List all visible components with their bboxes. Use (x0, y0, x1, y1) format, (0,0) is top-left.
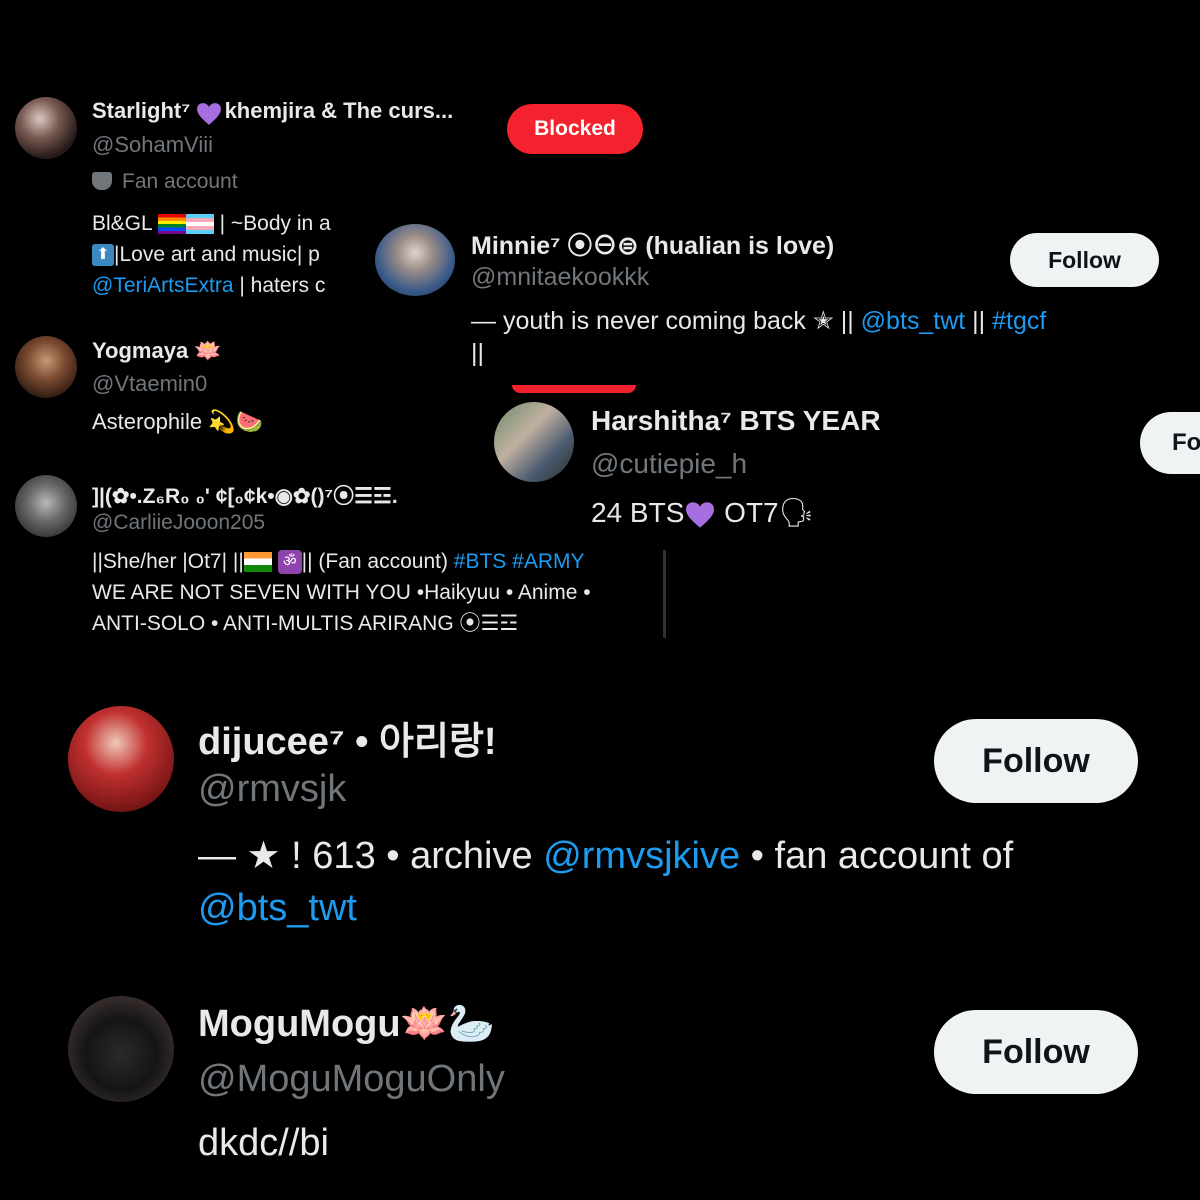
bio: 24 BTS OT7🗣 (591, 496, 814, 529)
display-name[interactable]: Minnie⁷ ⦿⊖⊜ (hualian is love) (471, 226, 834, 262)
handle[interactable]: @MoguMoguOnly (198, 1058, 505, 1101)
divider (663, 550, 666, 638)
follow-button[interactable]: Follow (1010, 233, 1159, 287)
mention-link[interactable]: @bts_twt (198, 887, 357, 929)
rainbow-flag-icon (157, 214, 186, 235)
trans-flag-icon (185, 214, 214, 235)
follow-button[interactable]: Follow (934, 1010, 1138, 1094)
partial-blocked-button-edge (512, 385, 636, 393)
bio-text: WE ARE NOT SEVEN WITH YOU •Haikyuu • Ani… (92, 581, 591, 604)
bio-text: | haters c (233, 274, 326, 297)
purple-heart-icon (196, 102, 222, 126)
handle[interactable]: @CarliieJooon205 (92, 511, 265, 535)
bio-text: | ~Body in a (219, 212, 331, 235)
mention-link[interactable]: @bts_twt (861, 307, 966, 335)
avatar[interactable] (68, 996, 174, 1102)
bio: — youth is never coming back ✭ || @bts_t… (471, 305, 1046, 369)
display-name[interactable]: MoguMogu🪷🦢 (198, 1002, 495, 1046)
bio-text: || (965, 307, 993, 335)
avatar[interactable] (15, 336, 77, 398)
display-name-part: Starlight⁷ (92, 98, 191, 123)
bio-text: OT7🗣 (716, 497, 815, 528)
bio-text: || (Fan account) (301, 550, 454, 573)
bio-text: Bl&GL (92, 212, 152, 235)
bio-text: ||She/her |Ot7| || (92, 550, 244, 573)
bio-text: • fan account of (740, 835, 1014, 877)
bio: ||She/her |Ot7| || ॐ || (Fan account) #BT… (92, 546, 591, 639)
avatar[interactable] (15, 475, 77, 537)
bio: dkdc//bi (198, 1122, 329, 1164)
badge-text: Fan account (122, 170, 238, 193)
bio: Asterophile 💫🍉 (92, 409, 263, 434)
up-arrow-icon: ⬆ (92, 244, 114, 267)
avatar[interactable] (68, 706, 174, 812)
handle[interactable]: @cutiepie_h (591, 448, 747, 480)
mention-link[interactable]: @TeriArtsExtra (92, 274, 234, 297)
bio-text: || (471, 339, 484, 367)
bio: — ★ ! 613 • archive @rmvsjkive • fan acc… (198, 830, 1013, 934)
handle[interactable]: @mnitaekookkk (471, 263, 649, 292)
bio-text: — youth is never coming back ✭ || (471, 307, 861, 335)
handle[interactable]: @rmvsjk (198, 768, 346, 811)
follow-button[interactable]: Follow (934, 719, 1138, 803)
bio-text: — ★ ! 613 • archive (198, 835, 544, 877)
purple-heart-icon (684, 501, 716, 529)
bio: Bl&GL | ~Body in a ⬆ |Love art and music|… (92, 208, 346, 301)
display-name[interactable]: dijucee⁷ • 아리랑! (198, 710, 497, 765)
display-name-part: khemjira & The curs... (224, 98, 454, 123)
bio-text: 24 BTS (591, 497, 685, 528)
display-name[interactable]: Starlight⁷ khemjira & The curs... (92, 98, 454, 126)
india-flag-icon (243, 552, 272, 573)
display-name[interactable]: Harshitha⁷ BTS YEAR (591, 405, 881, 437)
handle[interactable]: @Vtaemin0 (92, 371, 207, 397)
handle[interactable]: @SohamViii (92, 132, 213, 158)
blocked-button[interactable]: Blocked (507, 104, 643, 154)
display-name[interactable]: Yogmaya 🪷 (92, 338, 222, 364)
follow-button[interactable]: Fo (1140, 412, 1200, 474)
display-name[interactable]: ]|(✿•.Z₆R₀ ₀' ¢[₀¢k•◉✿()⁷⦿☰☲. (92, 480, 472, 510)
bio-text: ANTI-SOLO • ANTI-MULTIS ARIRANG ⦿☰☲ (92, 612, 519, 635)
hashtag-link[interactable]: #tgcf (992, 307, 1046, 335)
om-icon: ॐ (277, 550, 302, 575)
mention-link[interactable]: @rmvsjkive (543, 835, 740, 877)
mask-icon (92, 172, 112, 190)
hashtag-link[interactable]: #BTS #ARMY (454, 550, 585, 573)
avatar[interactable] (375, 224, 455, 296)
avatar[interactable] (15, 97, 77, 159)
bio-text: |Love art and music| p (114, 243, 320, 266)
account-label: Fan account (92, 170, 238, 194)
avatar[interactable] (494, 402, 574, 482)
